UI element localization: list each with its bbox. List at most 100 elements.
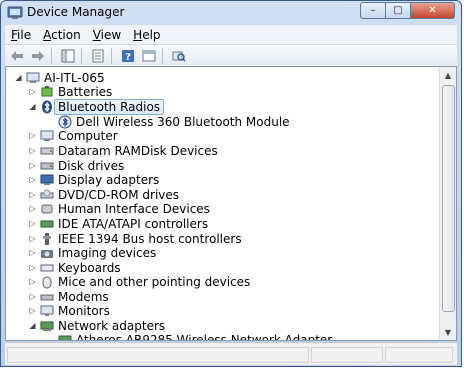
tree-item-label: Dataram RAMDisk Devices xyxy=(58,143,218,158)
expand-arrow-icon[interactable]: ▷ xyxy=(28,263,37,272)
network-icon xyxy=(40,319,54,333)
tree-item-network-adapters[interactable]: ◢ Network adapters xyxy=(28,318,165,333)
scan-hardware-button[interactable] xyxy=(170,47,188,65)
device-manager-app-icon xyxy=(7,5,23,21)
tree-item-monitors[interactable]: ▷ Monitors xyxy=(28,303,110,318)
forward-button[interactable] xyxy=(29,47,47,65)
camera-icon xyxy=(40,246,54,260)
tree-item-label: Batteries xyxy=(58,84,113,99)
expand-arrow-icon[interactable]: ▷ xyxy=(28,292,37,301)
tree-item-label: Human Interface Devices xyxy=(58,201,210,216)
back-button[interactable] xyxy=(8,47,26,65)
tree-item-dataram[interactable]: ▷ Dataram RAMDisk Devices xyxy=(28,143,218,158)
toolbar-separator xyxy=(51,48,52,64)
window-title: Device Manager xyxy=(27,5,125,19)
tree-item-atheros-adapter[interactable]: Atheros AR9285 Wireless Network Adapter xyxy=(58,332,332,340)
tree-item-ide[interactable]: ▷ IDE ATA/ATAPI controllers xyxy=(28,216,208,231)
scroll-up-arrow-icon[interactable]: ▲ xyxy=(440,67,456,83)
tree-item-batteries[interactable]: ▷ Batteries xyxy=(28,84,112,99)
status-panel-3 xyxy=(385,347,453,363)
tree-item-computer[interactable]: ▷ Computer xyxy=(28,128,118,143)
minimize-button[interactable]: – xyxy=(360,2,386,19)
tree-root-label: AI-ITL-065 xyxy=(44,70,105,85)
menu-action[interactable]: Action xyxy=(37,28,87,42)
tree-item-display-adapters[interactable]: ▷ Display adapters xyxy=(28,172,159,187)
tree-root[interactable]: ◢ AI-ITL-065 xyxy=(14,70,105,85)
toolbar-separator xyxy=(162,48,163,64)
expand-arrow-icon[interactable]: ▷ xyxy=(28,204,37,213)
properties-button[interactable] xyxy=(89,47,107,65)
close-icon: ✕ xyxy=(428,5,437,16)
maximize-icon: □ xyxy=(393,5,403,16)
battery-icon xyxy=(40,85,54,99)
properties-icon xyxy=(92,49,104,63)
device-tree: ◢ AI-ITL-065 ▷ Batteries ◢ Bluetooth Rad… xyxy=(5,66,457,341)
expand-arrow-icon[interactable]: ▷ xyxy=(28,277,37,286)
expand-arrow-icon[interactable]: ▷ xyxy=(28,87,37,96)
status-bar xyxy=(5,342,457,365)
vertical-scrollbar[interactable]: ▲ ▼ xyxy=(439,67,456,340)
tree-item-imaging[interactable]: ▷ Imaging devices xyxy=(28,245,156,260)
scrollbar-thumb[interactable] xyxy=(442,85,455,312)
tree-item-label: Bluetooth Radios xyxy=(54,98,165,115)
hid-icon xyxy=(40,202,54,216)
tree-item-ieee1394[interactable]: ▷ IEEE 1394 Bus host controllers xyxy=(28,231,242,246)
tree-item-label: Computer xyxy=(58,128,118,143)
computer-icon xyxy=(26,71,40,85)
tree-item-hid[interactable]: ▷ Human Interface Devices xyxy=(28,201,210,216)
collapse-arrow-icon[interactable]: ◢ xyxy=(28,102,37,111)
menu-view[interactable]: View xyxy=(87,28,127,42)
forward-icon xyxy=(32,51,44,61)
tree-item-label: Monitors xyxy=(58,303,110,318)
console-tree-icon xyxy=(142,50,156,62)
expand-arrow-icon[interactable]: ▷ xyxy=(28,306,37,315)
menu-action-accel: A xyxy=(43,27,52,42)
menu-help-label: elp xyxy=(142,27,161,42)
expand-arrow-icon[interactable]: ▷ xyxy=(28,190,37,199)
menu-view-label: iew xyxy=(100,27,122,42)
show-hide-tree-button[interactable] xyxy=(59,47,77,65)
tree-item-label: Disk drives xyxy=(58,158,125,173)
back-icon xyxy=(11,51,23,61)
tree-item-dell-bluetooth-module[interactable]: Dell Wireless 360 Bluetooth Module xyxy=(58,114,290,129)
bluetooth-device-icon xyxy=(58,115,72,129)
status-panel-2 xyxy=(311,347,383,363)
expand-arrow-icon[interactable]: ▷ xyxy=(28,219,37,228)
close-button[interactable]: ✕ xyxy=(411,2,455,19)
tree-item-keyboards[interactable]: ▷ Keyboards xyxy=(28,260,120,275)
expand-arrow-icon[interactable]: ▷ xyxy=(28,175,37,184)
collapse-arrow-icon[interactable]: ◢ xyxy=(14,73,23,82)
menu-view-accel: V xyxy=(92,27,101,42)
tree-item-label: IDE ATA/ATAPI controllers xyxy=(58,216,209,231)
mouse-icon xyxy=(40,275,54,289)
display-adapter-icon xyxy=(40,173,54,187)
tree-item-label: IEEE 1394 Bus host controllers xyxy=(58,231,242,246)
menu-help[interactable]: Help xyxy=(127,28,166,42)
expand-arrow-icon[interactable]: ▷ xyxy=(28,234,37,243)
expand-arrow-icon[interactable]: ▷ xyxy=(28,161,37,170)
console-tree-button[interactable] xyxy=(140,47,158,65)
menu-bar: File Action View Help xyxy=(5,25,457,44)
collapse-arrow-icon[interactable]: ◢ xyxy=(28,321,37,330)
menu-file[interactable]: File xyxy=(5,28,37,42)
tree-item-disk-drives[interactable]: ▷ Disk drives xyxy=(28,158,124,173)
minimize-icon: – xyxy=(370,5,376,16)
title-bar[interactable]: Device Manager – □ ✕ xyxy=(1,1,461,25)
network-adapter-icon xyxy=(58,333,72,340)
expand-arrow-icon[interactable]: ▷ xyxy=(28,146,37,155)
tree-item-modems[interactable]: ▷ Modems xyxy=(28,289,109,304)
help-icon: ? xyxy=(122,50,134,63)
menu-file-label: ile xyxy=(17,27,32,42)
tree-item-label: Network adapters xyxy=(58,318,166,333)
computer-icon xyxy=(40,129,54,143)
tree-item-label: Modems xyxy=(58,289,109,304)
help-button[interactable]: ? xyxy=(119,47,137,65)
tree-item-dvd-cd-rom[interactable]: ▷ DVD/CD-ROM drives xyxy=(28,187,179,202)
tree-item-bluetooth-radios[interactable]: ◢ Bluetooth Radios xyxy=(28,98,165,115)
expand-arrow-icon[interactable]: ▷ xyxy=(28,248,37,257)
scroll-down-arrow-icon[interactable]: ▼ xyxy=(440,324,456,340)
maximize-button[interactable]: □ xyxy=(386,2,411,19)
tree-item-mice[interactable]: ▷ Mice and other pointing devices xyxy=(28,274,250,289)
scan-hardware-icon xyxy=(172,51,186,62)
expand-arrow-icon[interactable]: ▷ xyxy=(28,131,37,140)
